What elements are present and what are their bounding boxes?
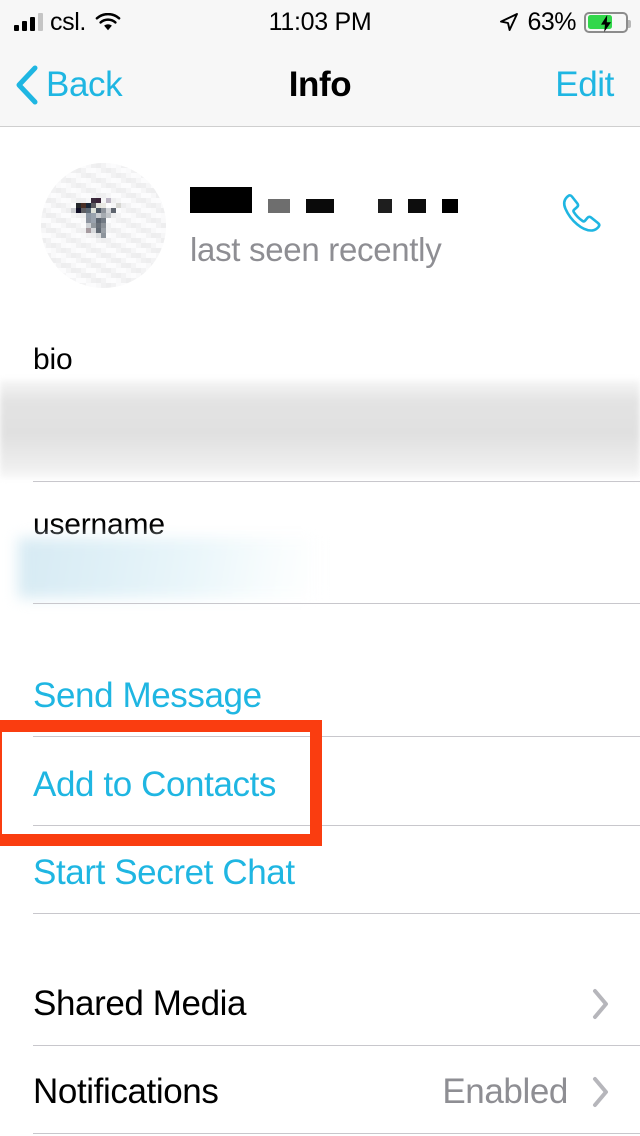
username-label: username <box>33 508 165 541</box>
status-bar-right: 63% <box>499 0 631 44</box>
status-bar: csl. 11:03 PM 63% <box>0 0 640 44</box>
notifications-row[interactable]: Notifications <box>33 1072 219 1112</box>
divider <box>33 1133 640 1134</box>
avatar[interactable] <box>41 163 166 288</box>
edit-button[interactable]: Edit <box>555 44 614 126</box>
divider <box>33 913 640 914</box>
notifications-value: Enabled <box>442 1072 568 1111</box>
divider <box>33 825 640 826</box>
battery-charging-icon <box>584 11 631 33</box>
telegram-contact-info-screen: csl. 11:03 PM 63% Back Info Edit last se… <box>0 0 640 1136</box>
call-button[interactable] <box>554 188 610 244</box>
bio-value-blurred <box>0 380 640 478</box>
divider <box>33 481 640 482</box>
contact-name-redacted <box>190 185 458 213</box>
send-message-button[interactable]: Send Message <box>33 676 262 716</box>
divider <box>33 1045 640 1046</box>
profile-header: last seen recently <box>0 128 640 324</box>
navigation-bar: Back Info Edit <box>0 44 640 127</box>
contact-status-label: last seen recently <box>190 231 442 268</box>
divider <box>33 736 640 737</box>
add-to-contacts-button[interactable]: Add to Contacts <box>33 765 276 805</box>
divider <box>33 603 640 604</box>
page-title: Info <box>288 65 352 104</box>
start-secret-chat-button[interactable]: Start Secret Chat <box>33 853 295 893</box>
shared-media-row[interactable]: Shared Media <box>33 984 247 1024</box>
battery-percent-label: 63% <box>527 7 576 36</box>
bio-label: bio <box>33 343 73 376</box>
location-arrow-icon <box>499 12 519 32</box>
clock-label: 11:03 PM <box>268 7 372 36</box>
username-value-blurred <box>18 538 318 598</box>
chevron-right-icon <box>592 1076 610 1108</box>
chevron-right-icon <box>592 988 610 1020</box>
